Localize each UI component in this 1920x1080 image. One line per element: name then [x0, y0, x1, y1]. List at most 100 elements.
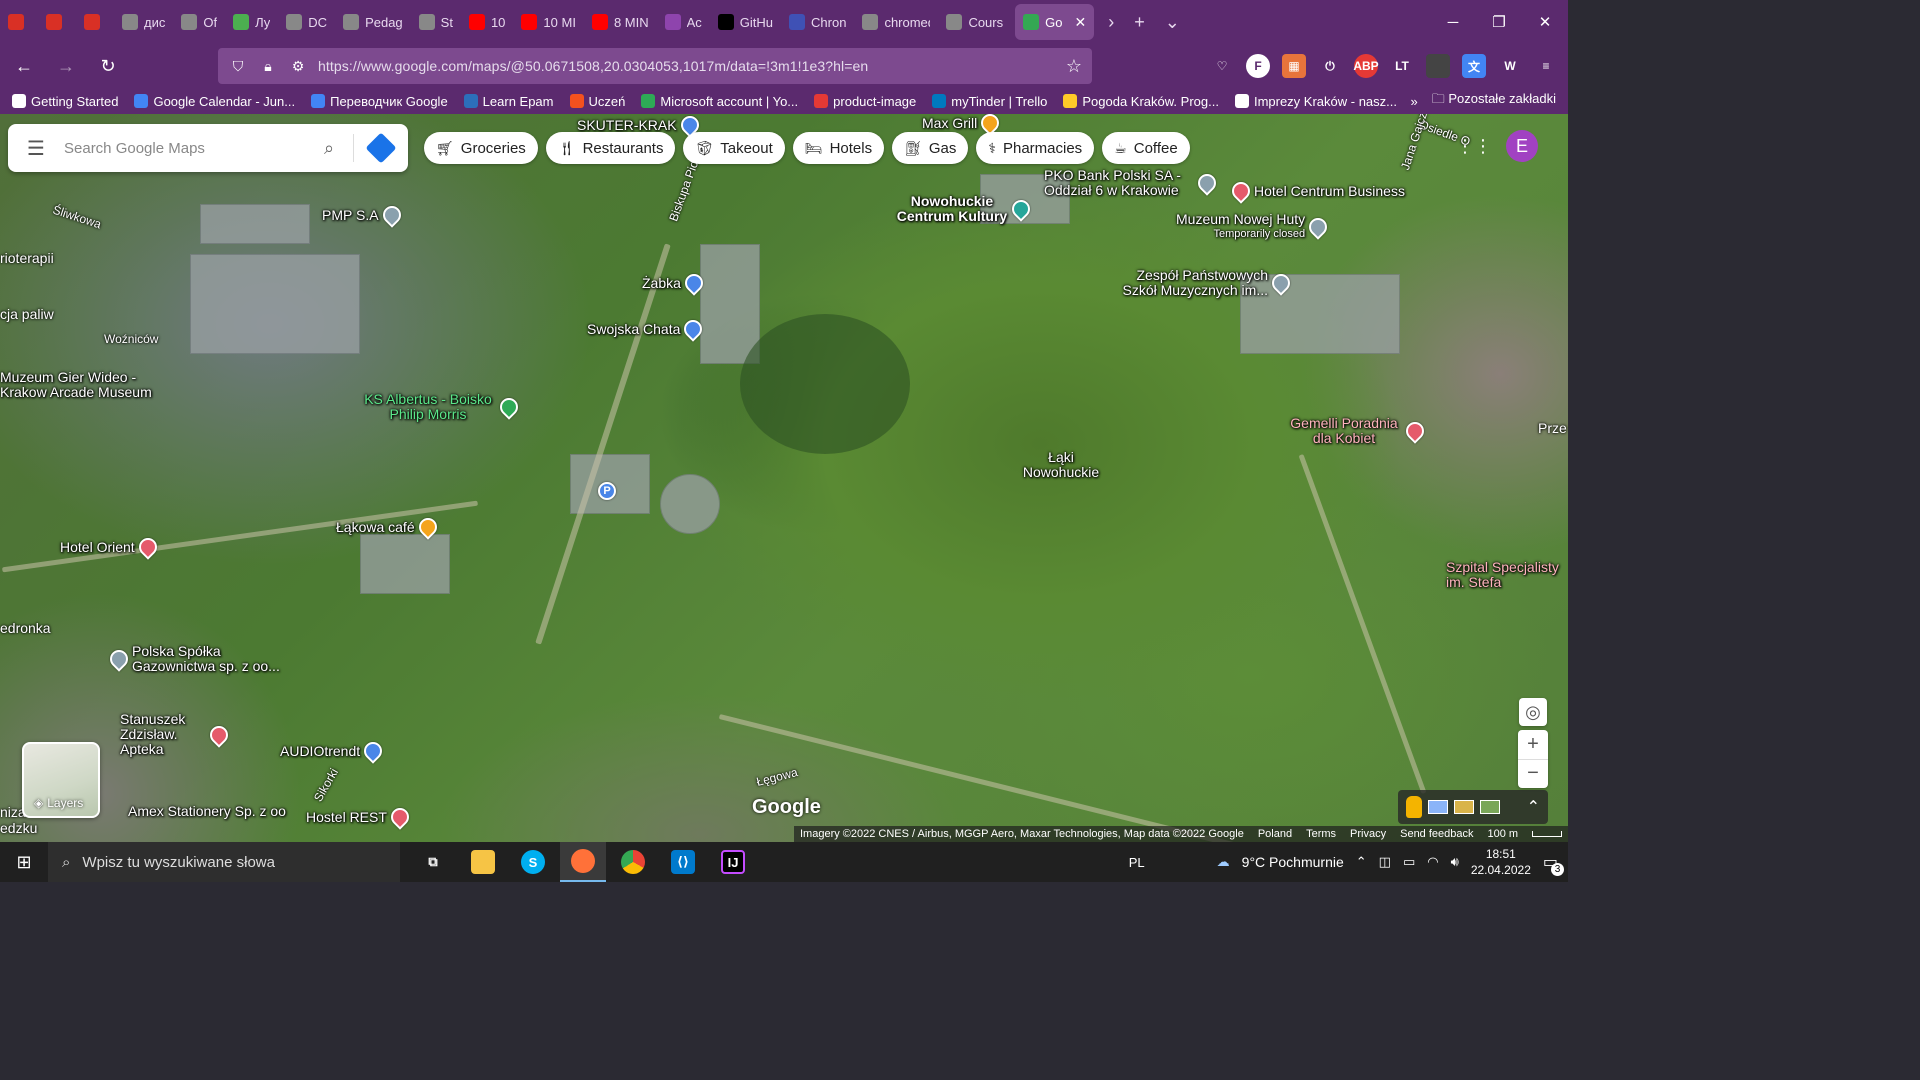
hotel-pin-icon[interactable]: [1228, 178, 1254, 204]
windows-start-icon[interactable]: ⊞: [0, 842, 48, 882]
browser-tab[interactable]: дис: [114, 4, 173, 40]
scale-label[interactable]: 100 m: [1488, 828, 1519, 840]
shop-pin-icon[interactable]: [681, 270, 707, 296]
notifications-button[interactable]: ▭ 3: [1543, 852, 1564, 876]
place-amex[interactable]: Amex Stationery Sp. z oo: [128, 804, 286, 819]
reload-button[interactable]: ↻: [90, 48, 126, 84]
cafe-pin-icon[interactable]: [414, 514, 441, 540]
sport-pin-icon[interactable]: [496, 394, 522, 420]
browser-tab[interactable]: 10: [461, 4, 513, 40]
firefox-button[interactable]: [560, 842, 606, 882]
browser-tab[interactable]: GitHu: [710, 4, 781, 40]
skype-button[interactable]: S: [510, 842, 556, 882]
place-ks-albertus[interactable]: KS Albertus - Boisko Philip Morris: [360, 392, 522, 422]
extension-dark-icon[interactable]: [1426, 54, 1450, 78]
browser-tab[interactable]: Of: [173, 4, 225, 40]
place-audiotrendt[interactable]: AUDIOtrendt: [280, 738, 386, 764]
chip-pharmacies[interactable]: ⚕︎ Pharmacies: [976, 132, 1095, 164]
place-szpital[interactable]: Szpital Specjalisty im. Stefa: [1446, 560, 1568, 590]
browser-tab[interactable]: 10 MI: [513, 4, 584, 40]
privacy-link[interactable]: Privacy: [1350, 828, 1386, 840]
browser-tab[interactable]: Cours: [938, 4, 1011, 40]
close-tab-icon[interactable]: ✕: [1074, 14, 1086, 31]
adblock-icon[interactable]: ABP: [1353, 54, 1379, 78]
browser-tab[interactable]: Go ✕: [1015, 4, 1095, 40]
browser-tab[interactable]: Pedag: [335, 4, 411, 40]
business-pin-icon[interactable]: [378, 202, 405, 228]
country-link[interactable]: Poland: [1258, 828, 1292, 840]
minimize-button[interactable]: ─: [1430, 0, 1476, 44]
place-muzeum-nowej-huty[interactable]: Muzeum Nowej Huty Temporarily closed: [1176, 212, 1331, 242]
other-bookmarks-button[interactable]: 🗀 Pozostałe zakładki: [1432, 90, 1556, 112]
tab-scroll-right-icon[interactable]: ›: [1098, 12, 1124, 33]
shop-pin-icon[interactable]: [680, 316, 707, 342]
browser-tab[interactable]: DC: [278, 4, 335, 40]
imagery-thumb[interactable]: [1428, 800, 1448, 814]
browser-tab[interactable]: [76, 4, 114, 40]
bookmark-item[interactable]: Microsoft account | Yo...: [641, 94, 798, 109]
school-pin-icon[interactable]: [1268, 270, 1294, 296]
taskbar-search[interactable]: ⌕ Wpisz tu wyszukiwane słowa: [48, 842, 400, 882]
bookmark-item[interactable]: Pogoda Kraków. Prog...: [1063, 94, 1219, 109]
shop-pin-icon[interactable]: [360, 738, 386, 764]
browser-tab[interactable]: Chron: [781, 4, 854, 40]
place-hotel-centrum[interactable]: Hotel Centrum Business: [1228, 178, 1405, 204]
place-max-grill[interactable]: Max Grill: [922, 114, 1003, 136]
lock-icon[interactable]: 🔒︎: [258, 58, 278, 75]
weather-icon[interactable]: ☁: [1217, 854, 1230, 870]
task-view-button[interactable]: ⧉: [410, 842, 456, 882]
pharmacy-pin-icon[interactable]: [206, 721, 232, 748]
bookmark-item[interactable]: product-image: [814, 94, 916, 109]
permissions-icon[interactable]: ⚙︎: [288, 58, 308, 75]
chip-groceries[interactable]: 🛒︎ Groceries: [424, 132, 538, 164]
bookmark-item[interactable]: Learn Epam: [463, 94, 554, 109]
place-hotel-orient[interactable]: Hotel Orient: [60, 534, 161, 560]
parking-marker[interactable]: P: [598, 482, 616, 500]
parking-icon[interactable]: P: [598, 482, 616, 500]
back-button[interactable]: ←: [6, 48, 42, 84]
vscode-button[interactable]: ⟨⟩: [660, 842, 706, 882]
file-explorer-button[interactable]: [460, 842, 506, 882]
zoom-in-button[interactable]: +: [1518, 730, 1548, 759]
place-zabka[interactable]: Żabka: [642, 270, 707, 296]
place-psg[interactable]: Polska Spółka Gazownictwa sp. z oo...: [106, 644, 302, 674]
feedback-link[interactable]: Send feedback: [1400, 828, 1473, 840]
bookmark-star-icon[interactable]: ☆: [1066, 56, 1082, 77]
museum-pin-icon[interactable]: [1305, 214, 1331, 240]
bookmark-item[interactable]: Переводчик Google: [311, 94, 448, 109]
business-pin-icon[interactable]: [106, 646, 132, 672]
list-tabs-button[interactable]: ⌄: [1155, 12, 1190, 33]
place-stanuszek[interactable]: Stanuszek Zdzisław. Apteka: [120, 712, 232, 757]
place-gemelli[interactable]: Gemelli Poradnia dla Kobiet: [1286, 416, 1428, 446]
bookmark-item[interactable]: Google Calendar - Jun...: [134, 94, 295, 109]
hamburger-menu-icon[interactable]: ☰: [8, 136, 64, 161]
place-muzeum-gier[interactable]: Muzeum Gier Wideo - Krakow Arcade Museum: [0, 370, 160, 400]
my-location-button[interactable]: ◎: [1519, 698, 1547, 726]
place-pko[interactable]: PKO Bank Polski SA - Oddział 6 w Krakowi…: [1044, 168, 1220, 198]
translate-icon[interactable]: 文: [1462, 54, 1486, 78]
clock[interactable]: 18:51 22.04.2022: [1471, 846, 1531, 878]
browser-tab[interactable]: 8 MIN: [584, 4, 657, 40]
place-nck[interactable]: Nowohuckie Centrum Kultury: [896, 194, 1034, 224]
extension-lt-icon[interactable]: LT: [1390, 54, 1414, 78]
imagery-thumb[interactable]: [1480, 800, 1500, 814]
hotel-pin-icon[interactable]: [387, 804, 413, 830]
chip-hotels[interactable]: 🛏︎ Hotels: [792, 132, 885, 164]
terms-link[interactable]: Terms: [1306, 828, 1336, 840]
url-bar[interactable]: ⛉ 🔒︎ ⚙︎ https://www.google.com/maps/@50.…: [218, 48, 1092, 84]
chip-coffee[interactable]: ☕︎ Coffee: [1102, 132, 1190, 164]
place-pmp[interactable]: PMP S.A: [322, 202, 405, 228]
chip-gas[interactable]: ⛽︎ Gas: [892, 132, 969, 164]
browser-tab[interactable]: Лу: [225, 4, 278, 40]
restore-button[interactable]: ❐: [1476, 0, 1522, 44]
place-lakowa-cafe[interactable]: Łąkowa café: [336, 514, 441, 540]
battery-icon[interactable]: ▭: [1403, 854, 1415, 870]
extension-f-icon[interactable]: F: [1246, 54, 1270, 78]
place-hostel-rest[interactable]: Hostel REST: [306, 804, 413, 830]
shield-icon[interactable]: ⛉: [228, 58, 248, 75]
bookmarks-chevron-icon[interactable]: »: [1410, 94, 1417, 109]
extension-w-icon[interactable]: W: [1498, 54, 1522, 78]
chrome-button[interactable]: [610, 842, 656, 882]
pegman-icon[interactable]: [1406, 796, 1422, 818]
zoom-out-button[interactable]: −: [1518, 760, 1548, 789]
